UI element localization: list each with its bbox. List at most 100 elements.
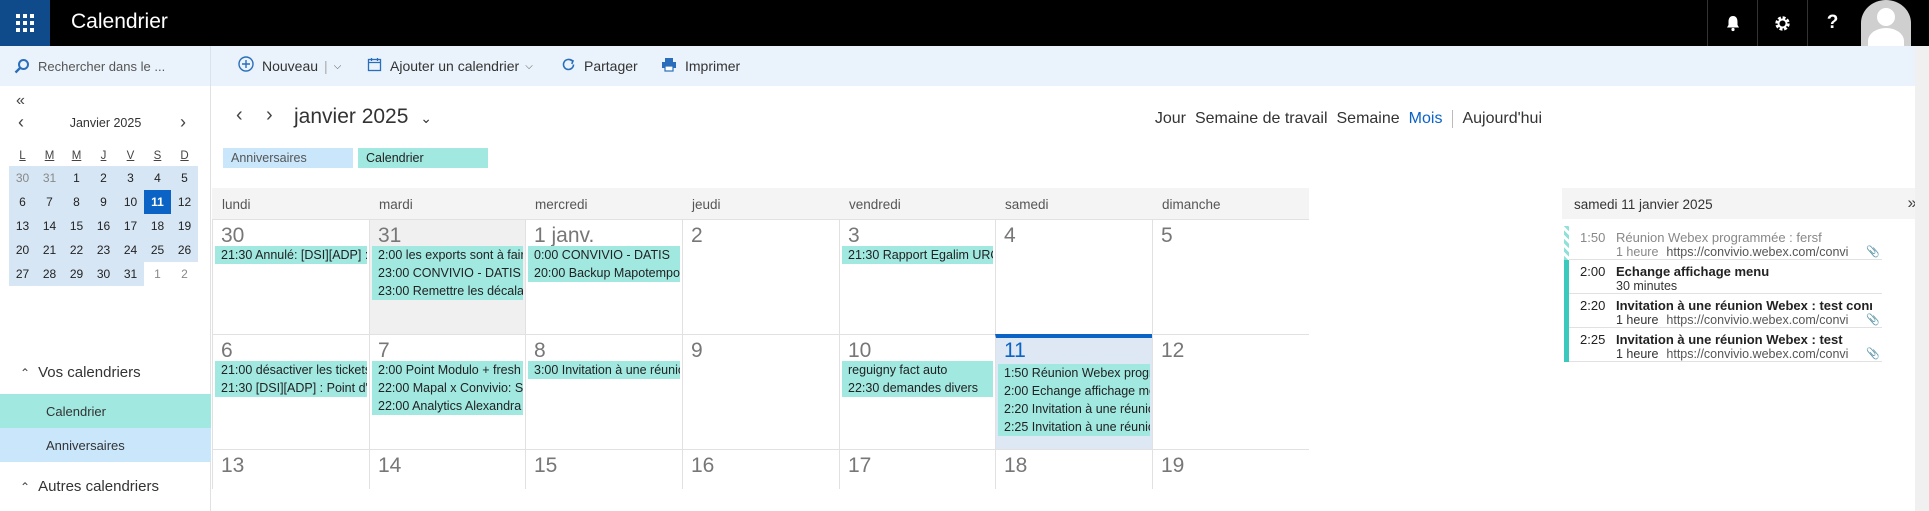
day-cell[interactable]: 1 janv. 0:00 CONVIVIO - DATIS 20:00 Backup… [525, 219, 682, 334]
mini-day[interactable]: 24 [117, 238, 144, 262]
collapse-pane-icon[interactable]: « [16, 92, 25, 110]
search-box[interactable]: Rechercher dans le ... [0, 46, 211, 86]
mini-day[interactable]: 31 [36, 166, 63, 190]
calendar-item-anniversaires[interactable]: Anniversaires [0, 428, 211, 462]
mini-day[interactable]: 10 [117, 190, 144, 214]
mini-day[interactable]: 20 [9, 238, 36, 262]
mini-day[interactable]: 18 [144, 214, 171, 238]
month-title[interactable]: janvier 2025 ⌄ [294, 105, 432, 129]
mini-day[interactable]: 2 [90, 166, 117, 190]
view-mois[interactable]: Mois [1409, 110, 1443, 128]
mini-day[interactable]: 8 [63, 190, 90, 214]
mini-day[interactable]: 15 [63, 214, 90, 238]
calendar-event[interactable]: 0:00 CONVIVIO - DATIS [528, 246, 680, 264]
mini-day[interactable]: 2 [171, 262, 198, 286]
mini-day[interactable]: 28 [36, 262, 63, 286]
calendar-event[interactable]: 21:30 Rapport Egalim UROGEC [842, 246, 993, 264]
calendar-event[interactable]: 2:00 les exports sont à faire de l [372, 246, 523, 264]
calendar-item-calendrier[interactable]: Calendrier [0, 394, 211, 428]
prev-month-icon[interactable]: ‹ [236, 104, 243, 127]
mini-day[interactable]: 14 [36, 214, 63, 238]
day-cell[interactable]: 13 [212, 449, 369, 489]
chevron-down-icon[interactable]: ⌵ [334, 61, 342, 72]
agenda-item[interactable]: 2:20 Invitation à une réunion Webex : tes… [1564, 294, 1882, 328]
calendar-event[interactable]: 22:30 demandes divers [842, 379, 993, 397]
day-cell[interactable]: 9 [682, 334, 839, 449]
calendar-event[interactable]: reguigny fact auto [842, 361, 993, 379]
day-cell[interactable]: 321:30 Rapport Egalim UROGEC [839, 219, 995, 334]
calendar-event[interactable]: 21:00 désactiver les tickets fresh [215, 361, 367, 379]
calendar-event[interactable]: 23:00 Remettre les décalages de [372, 282, 523, 300]
calendar-event[interactable]: 20:00 Backup Mapotempo & ba [528, 264, 680, 282]
mini-day[interactable]: 30 [9, 166, 36, 190]
view-semaine[interactable]: Semaine [1337, 110, 1400, 128]
mini-next-month-icon[interactable]: › [180, 112, 186, 133]
day-cell[interactable]: 10 reguigny fact auto 22:30 demandes diver… [839, 334, 995, 449]
calendar-event[interactable]: 22:00 Mapal x Convivio: Suivi O [372, 379, 523, 397]
mini-day[interactable]: 21 [36, 238, 63, 262]
new-button[interactable]: Nouveau | ⌵ [238, 46, 341, 86]
day-cell[interactable]: 18 [995, 449, 1152, 489]
print-button[interactable]: Imprimer [661, 46, 740, 86]
day-cell[interactable]: 16 [682, 449, 839, 489]
mini-day[interactable]: 5 [171, 166, 198, 190]
app-launcher-button[interactable] [0, 0, 50, 46]
mini-day[interactable]: 23 [90, 238, 117, 262]
calendar-event[interactable]: 1:50 Réunion Webex programm [998, 364, 1150, 382]
legend-anniversaires[interactable]: Anniversaires [223, 148, 353, 168]
day-cell[interactable]: 312:00 les exports sont à faire de l23:0… [369, 219, 525, 334]
calendar-event[interactable]: 23:00 CONVIVIO - DATIS [372, 264, 523, 282]
day-cell[interactable]: 17 [839, 449, 995, 489]
mini-day[interactable]: 27 [9, 262, 36, 286]
day-cell[interactable]: 5 [1152, 219, 1309, 334]
calendar-event[interactable]: 2:00 Echange affichage menu [998, 382, 1150, 400]
mini-day[interactable]: 1 [63, 166, 90, 190]
mini-day[interactable]: 26 [171, 238, 198, 262]
day-cell[interactable]: 19 [1152, 449, 1309, 489]
mini-day[interactable]: 29 [63, 262, 90, 286]
mini-day[interactable]: 7 [36, 190, 63, 214]
scrollbar[interactable] [1915, 46, 1929, 511]
mini-day[interactable]: 3 [117, 166, 144, 190]
mini-day[interactable]: 30 [90, 262, 117, 286]
mini-day[interactable]: 11 [144, 190, 171, 214]
agenda-item[interactable]: 2:00 Echange affichage menu 30 minutes [1564, 260, 1882, 294]
day-cell[interactable]: 14 [369, 449, 525, 489]
day-cell[interactable]: 12 [1152, 334, 1309, 449]
mini-day[interactable]: 22 [63, 238, 90, 262]
agenda-item[interactable]: 2:25 Invitation à une réunion Webex : tes… [1564, 328, 1882, 362]
day-cell[interactable]: 11 1:50 Réunion Webex programm2:00 Echang… [995, 334, 1152, 449]
avatar[interactable] [1861, 0, 1911, 46]
mini-day[interactable]: 1 [144, 262, 171, 286]
agenda-item[interactable]: 1:50 Réunion Webex programmée : fersf 1 he… [1564, 226, 1882, 260]
calendar-event[interactable]: 21:30 [DSI][ADP] : Point d'équip [215, 379, 367, 397]
day-cell[interactable]: 4 [995, 219, 1152, 334]
mini-day[interactable]: 16 [90, 214, 117, 238]
calendar-event[interactable]: 2:25 Invitation à une réunion W [998, 418, 1150, 436]
mini-day[interactable]: 9 [90, 190, 117, 214]
mini-day[interactable]: 19 [171, 214, 198, 238]
add-calendar-button[interactable]: Ajouter un calendrier ⌵ [367, 46, 533, 86]
day-cell[interactable]: 621:00 désactiver les tickets fresh21:30… [212, 334, 369, 449]
mini-day[interactable]: 6 [9, 190, 36, 214]
mini-day[interactable]: 25 [144, 238, 171, 262]
day-cell[interactable]: 7 2:00 Point Modulo + fresh 22:00 Mapal x … [369, 334, 525, 449]
settings-button[interactable] [1757, 0, 1807, 46]
calendar-event[interactable]: 2:00 Point Modulo + fresh [372, 361, 523, 379]
next-month-icon[interactable]: › [266, 104, 273, 127]
calendar-event[interactable]: 21:30 Annulé: [DSI][ADP] : Point [215, 246, 367, 264]
mini-prev-month-icon[interactable]: ‹ [18, 112, 24, 133]
mini-day[interactable]: 4 [144, 166, 171, 190]
share-button[interactable]: Partager [561, 46, 638, 86]
calendar-event[interactable]: 3:00 Invitation à une réunion W [528, 361, 680, 379]
view-aujourd-hui[interactable]: Aujourd'hui [1462, 110, 1542, 128]
mini-day[interactable]: 31 [117, 262, 144, 286]
notifications-button[interactable] [1707, 0, 1757, 46]
calendar-event[interactable]: 2:20 Invitation à une réunion W [998, 400, 1150, 418]
day-cell[interactable]: 83:00 Invitation à une réunion W [525, 334, 682, 449]
view-semaine-de-travail[interactable]: Semaine de travail [1195, 110, 1328, 128]
other-calendars-header[interactable]: ⌃ Autres calendriers [0, 478, 211, 495]
day-cell[interactable]: 15 [525, 449, 682, 489]
your-calendars-header[interactable]: ⌃ Vos calendriers [0, 364, 211, 381]
view-jour[interactable]: Jour [1155, 110, 1186, 128]
